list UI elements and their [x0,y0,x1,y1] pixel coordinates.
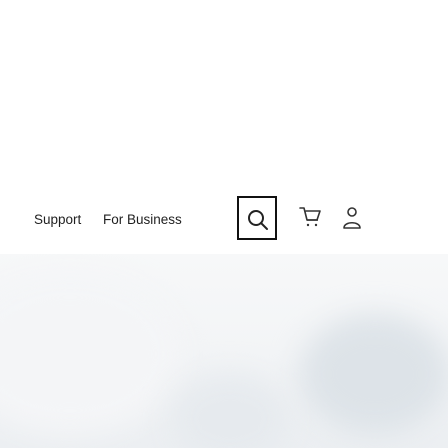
page: Support For Business [0,0,448,448]
search-icon [248,210,268,230]
hero-blur-shape [300,314,448,434]
hero-blur-shape [0,274,180,434]
hero-banner-image [0,254,448,448]
user-icon [343,207,361,229]
hero-blur-shape [170,374,290,448]
top-blank-area [0,0,448,196]
account-button[interactable] [339,204,365,234]
cart-button[interactable] [297,204,323,234]
cart-icon [299,207,321,227]
search-button[interactable] [237,196,277,240]
top-navigation-bar: Support For Business [0,196,448,242]
nav-link-for-business[interactable]: For Business [103,212,182,227]
nav-link-support[interactable]: Support [34,212,81,227]
